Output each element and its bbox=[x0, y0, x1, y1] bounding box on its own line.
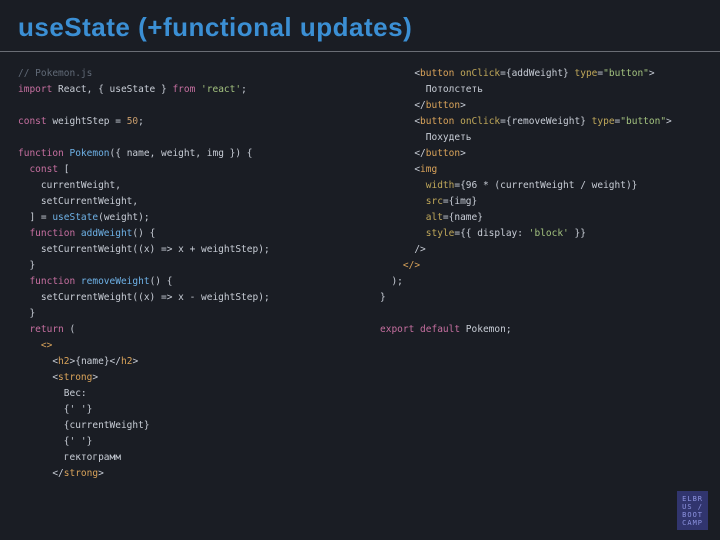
code-text: Pokemon; bbox=[460, 324, 511, 335]
attr-onclick: onClick bbox=[454, 68, 500, 79]
text-potolstet: Потолстеть bbox=[380, 84, 483, 95]
code-text: [ bbox=[58, 164, 69, 175]
elbrus-logo: ELBR US / BOOT CAMP bbox=[677, 491, 708, 530]
tag-h2: h2 bbox=[121, 356, 132, 367]
slide-title: useState (+functional updates) bbox=[0, 0, 720, 52]
jsx-open: </ bbox=[380, 148, 426, 159]
code-text: setCurrentWeight, bbox=[18, 196, 138, 207]
jsx-close: > bbox=[649, 68, 655, 79]
tag-strong: strong bbox=[64, 468, 98, 479]
code-column-right: <button onClick={addWeight} type="button… bbox=[380, 66, 702, 482]
attr-src: src bbox=[380, 196, 443, 207]
jsx-open: < bbox=[380, 68, 420, 79]
jsx-open: < bbox=[380, 116, 420, 127]
code-text: /> bbox=[380, 244, 426, 255]
text-ves: Вес: bbox=[18, 388, 87, 399]
code-text: currentWeight, bbox=[18, 180, 121, 191]
attr-type: type bbox=[575, 68, 598, 79]
tag-button: button bbox=[426, 148, 460, 159]
code-area: // Pokemon.js import React, { useState }… bbox=[0, 52, 720, 482]
code-text: ( bbox=[64, 324, 75, 335]
jsx-fragment-close: </> bbox=[380, 260, 420, 271]
jsx-open: < bbox=[18, 372, 58, 383]
punct: ; bbox=[241, 84, 247, 95]
text-hectogram: гектограмм bbox=[18, 452, 121, 463]
string-button: "button" bbox=[620, 116, 666, 127]
kw-export-default: export default bbox=[380, 324, 460, 335]
code-comment: // Pokemon.js bbox=[18, 68, 92, 79]
code-text: ={addWeight} bbox=[500, 68, 574, 79]
code-text: >{name}</ bbox=[70, 356, 121, 367]
code-text: ={removeWeight} bbox=[500, 116, 592, 127]
code-text: setCurrentWeight((x) => x - weightStep); bbox=[18, 292, 270, 303]
tag-button: button bbox=[420, 116, 454, 127]
jsx-close: > bbox=[132, 356, 138, 367]
tag-button: button bbox=[426, 100, 460, 111]
number-50: 50 bbox=[127, 116, 138, 127]
code-column-left: // Pokemon.js import React, { useState }… bbox=[18, 66, 340, 482]
jsx-close: > bbox=[98, 468, 104, 479]
code-text: React, { useState } bbox=[52, 84, 172, 95]
kw-function: function bbox=[18, 148, 64, 159]
tag-img: img bbox=[420, 164, 437, 175]
code-text: {' '} bbox=[18, 404, 92, 415]
tag-strong: strong bbox=[58, 372, 92, 383]
attr-alt: alt bbox=[380, 212, 443, 223]
jsx-close: > bbox=[460, 100, 466, 111]
kw-import: import bbox=[18, 84, 52, 95]
jsx-open: </ bbox=[380, 100, 426, 111]
fn-pokemon: Pokemon bbox=[64, 148, 110, 159]
attr-style: style bbox=[380, 228, 454, 239]
string-react: 'react' bbox=[195, 84, 241, 95]
code-text: () { bbox=[150, 276, 173, 287]
jsx-open: < bbox=[18, 356, 58, 367]
code-text: weightStep = bbox=[47, 116, 127, 127]
kw-const: const bbox=[18, 164, 58, 175]
code-text: {currentWeight} bbox=[18, 420, 150, 431]
code-text: } bbox=[18, 260, 35, 271]
jsx-close: > bbox=[92, 372, 98, 383]
tag-h2: h2 bbox=[58, 356, 69, 367]
jsx-open: < bbox=[380, 164, 420, 175]
code-text: ] = bbox=[18, 212, 52, 223]
jsx-close: > bbox=[666, 116, 672, 127]
jsx-close: > bbox=[460, 148, 466, 159]
code-text: ({ name, weight, img }) { bbox=[110, 148, 253, 159]
code-text: ={img} bbox=[443, 196, 477, 207]
code-text: ={name} bbox=[443, 212, 483, 223]
kw-const: const bbox=[18, 116, 47, 127]
code-text: } bbox=[18, 308, 35, 319]
fn-removeweight: removeWeight bbox=[75, 276, 149, 287]
code-text: ={{ display: bbox=[454, 228, 528, 239]
kw-function: function bbox=[18, 228, 75, 239]
text-pohudet: Похудеть bbox=[380, 132, 472, 143]
fn-addweight: addWeight bbox=[75, 228, 132, 239]
fn-usestate: useState bbox=[52, 212, 98, 223]
code-text: setCurrentWeight((x) => x + weightStep); bbox=[18, 244, 270, 255]
jsx-open: </ bbox=[18, 468, 64, 479]
punct: ; bbox=[138, 116, 144, 127]
code-text: } bbox=[380, 292, 386, 303]
code-text: () { bbox=[132, 228, 155, 239]
code-text: ); bbox=[380, 276, 403, 287]
string-block: 'block' bbox=[529, 228, 569, 239]
code-text: ={96 * (currentWeight / weight)} bbox=[454, 180, 637, 191]
attr-onclick: onClick bbox=[454, 116, 500, 127]
kw-from: from bbox=[172, 84, 195, 95]
tag-button: button bbox=[420, 68, 454, 79]
jsx-fragment-open: <> bbox=[18, 340, 52, 351]
kw-return: return bbox=[18, 324, 64, 335]
code-text: (weight); bbox=[98, 212, 149, 223]
string-button: "button" bbox=[603, 68, 649, 79]
kw-function: function bbox=[18, 276, 75, 287]
attr-type: type bbox=[592, 116, 615, 127]
code-text: }} bbox=[569, 228, 586, 239]
code-text: {' '} bbox=[18, 436, 92, 447]
attr-width: width bbox=[380, 180, 454, 191]
